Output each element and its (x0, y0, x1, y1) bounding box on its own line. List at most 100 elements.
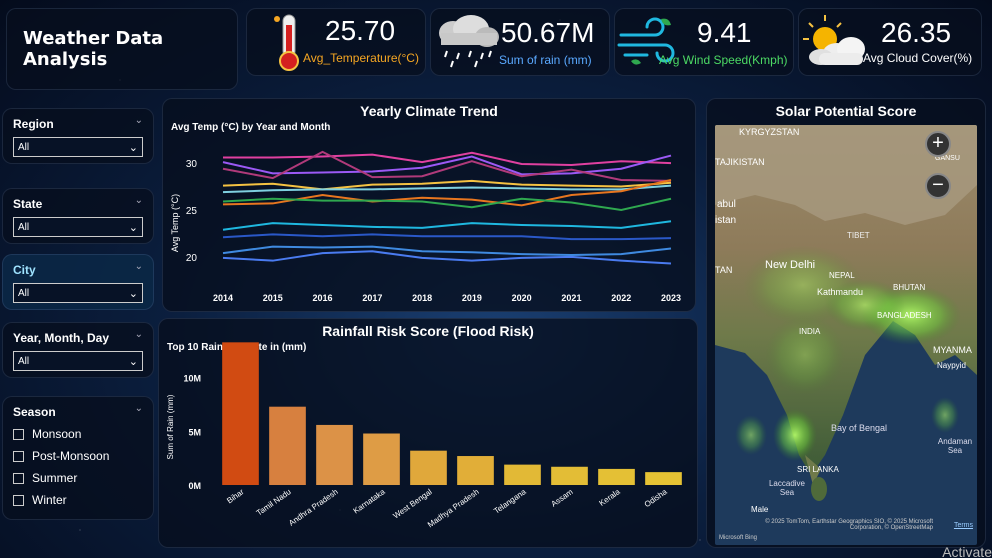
x-tick-label: 2023 (661, 293, 681, 303)
bar (410, 450, 447, 485)
kpi-avg-temperature: 25.70 Avg_Temperature(°C) (246, 8, 426, 76)
kpi-value: 25.70 (325, 15, 396, 46)
filter-label: State (13, 197, 43, 211)
city-filter[interactable]: City ⌄ All ⌄ (2, 254, 154, 310)
season-option-label: Summer (32, 471, 78, 485)
line-chart: 20 25 30 2014 2015 2016 2017 2018 2019 2020 2021 20… (170, 150, 681, 303)
x-tick-label: Tamil Nadu (255, 487, 293, 517)
chevron-down-icon[interactable]: ⌄ (129, 141, 138, 154)
state-filter[interactable]: State ⌄ All ⌄ (2, 188, 154, 244)
x-tick-label: Kerala (598, 487, 623, 508)
y-tick-label: 25 (186, 206, 198, 217)
season-option-post-monsoon[interactable]: Post-Monsoon (13, 449, 143, 463)
filter-label: Region (13, 117, 54, 131)
checkbox[interactable] (13, 494, 24, 506)
bar (504, 464, 541, 485)
map-label: Naypyid (937, 361, 966, 370)
y-axis-label: Sum of Rain (mm) (166, 394, 175, 459)
chevron-down-icon[interactable]: ⌄ (135, 115, 143, 126)
series-line (222, 245, 672, 257)
chevron-down-icon[interactable]: ⌄ (135, 403, 143, 414)
city-dropdown[interactable]: All ⌄ (13, 283, 143, 303)
season-option-label: Post-Monsoon (32, 449, 110, 463)
plus-icon: + (932, 132, 944, 154)
y-axis-label: Avg Temp (°C) (170, 194, 180, 252)
y-tick-label: 20 (186, 253, 198, 264)
minus-icon: − (932, 174, 944, 196)
zoom-out-button[interactable]: − (925, 173, 951, 199)
map-label: NEPAL (829, 271, 855, 280)
series-line (222, 250, 672, 265)
kpi-value: 50.67M (501, 17, 595, 48)
x-tick-label: Andhra Pradesh (287, 487, 340, 528)
map-title: Solar Potential Score (775, 103, 917, 119)
map-label: TIBET (847, 231, 870, 240)
sun-cloud-icon (803, 15, 865, 65)
date-dropdown[interactable]: All ⌄ (13, 351, 143, 371)
season-option-monsoon[interactable]: Monsoon (13, 427, 143, 441)
x-tick-label: Assam (549, 487, 574, 509)
bar (598, 468, 635, 485)
x-tick-label: Bihar (225, 487, 246, 505)
x-tick-label: West Bengal (391, 487, 433, 520)
map-label: MYANMA (933, 345, 972, 355)
kpi-avg-cloud-cover: 26.35 Avg Cloud Cover(%) (798, 8, 982, 76)
bar-chart: 0M 5M 10M Sum of Rain (mm) Bihar Tamil NaduAn… (166, 342, 682, 529)
terms-link[interactable]: Terms (954, 522, 973, 529)
kpi-sum-rain: 50.67M Sum of rain (mm) (430, 8, 610, 76)
solar-map[interactable]: KYRGYZSTAN TAJIKISTAN abul istan TIBET N… (715, 125, 977, 545)
region-filter[interactable]: Region ⌄ All ⌄ (2, 108, 154, 164)
map-label: Bay of Bengal (831, 423, 888, 433)
checkbox[interactable] (13, 428, 24, 440)
map-label: Andaman Sea (937, 437, 973, 455)
kpi-label: Avg Cloud Cover(%) (863, 51, 973, 65)
kpi-value: 9.41 (697, 17, 752, 48)
bar (316, 424, 353, 485)
map-label: TAJIKISTAN (715, 157, 765, 167)
map-label: INDIA (799, 327, 821, 336)
y-tick-label: 5M (188, 427, 201, 437)
x-tick-label: Madhya Pradesh (426, 487, 481, 529)
bar (222, 342, 259, 485)
yearly-climate-trend-panel: Yearly Climate Trend Avg Temp (°C) by Ye… (162, 98, 696, 312)
dropdown-value: All (18, 287, 30, 299)
bar (645, 472, 682, 485)
chevron-down-icon[interactable]: ⌄ (135, 195, 143, 206)
solar-potential-panel: Solar Potential Score KYRGYZSTAN TAJIKIS… (706, 98, 986, 548)
kpi-label: Avg_Temperature(°C) (303, 51, 419, 65)
chevron-down-icon[interactable]: ⌄ (135, 329, 143, 340)
map-label: Laccadive Sea (768, 479, 806, 497)
region-dropdown[interactable]: All ⌄ (13, 137, 143, 157)
y-tick-label: 30 (186, 159, 198, 170)
x-tick-label: Karnataka (352, 487, 387, 516)
x-tick-label: 2022 (611, 293, 631, 303)
chevron-down-icon[interactable]: ⌄ (129, 355, 138, 368)
x-tick-label: 2020 (512, 293, 532, 303)
season-option-summer[interactable]: Summer (13, 471, 143, 485)
state-dropdown[interactable]: All ⌄ (13, 217, 143, 237)
map-label: BANGLADESH (877, 311, 932, 320)
bar (457, 456, 494, 485)
chevron-down-icon[interactable]: ⌄ (129, 287, 138, 300)
checkbox[interactable] (13, 472, 24, 484)
chevron-down-icon[interactable]: ⌄ (129, 221, 138, 234)
y-tick-label: 10M (183, 374, 201, 384)
rain-cloud-icon (439, 15, 499, 68)
checkbox[interactable] (13, 450, 24, 462)
map-label: BHUTAN (893, 283, 926, 292)
x-tick-label: 2016 (313, 293, 333, 303)
activate-watermark: Activate (942, 544, 992, 558)
thermometer-icon (274, 14, 299, 71)
chevron-down-icon[interactable]: ⌄ (135, 261, 143, 272)
dropdown-value: All (18, 141, 30, 153)
dashboard-title-card: Weather Data Analysis (6, 8, 238, 90)
zoom-in-button[interactable]: + (925, 131, 951, 157)
season-option-winter[interactable]: Winter (13, 493, 143, 507)
filter-label: Season (13, 405, 56, 419)
dashboard-title: Weather Data Analysis (23, 28, 164, 70)
filter-label: Year, Month, Day (13, 331, 110, 345)
date-filter[interactable]: Year, Month, Day ⌄ All ⌄ (2, 322, 154, 378)
series-line (222, 233, 672, 241)
season-option-label: Winter (32, 493, 67, 507)
map-label: abul (717, 199, 736, 210)
